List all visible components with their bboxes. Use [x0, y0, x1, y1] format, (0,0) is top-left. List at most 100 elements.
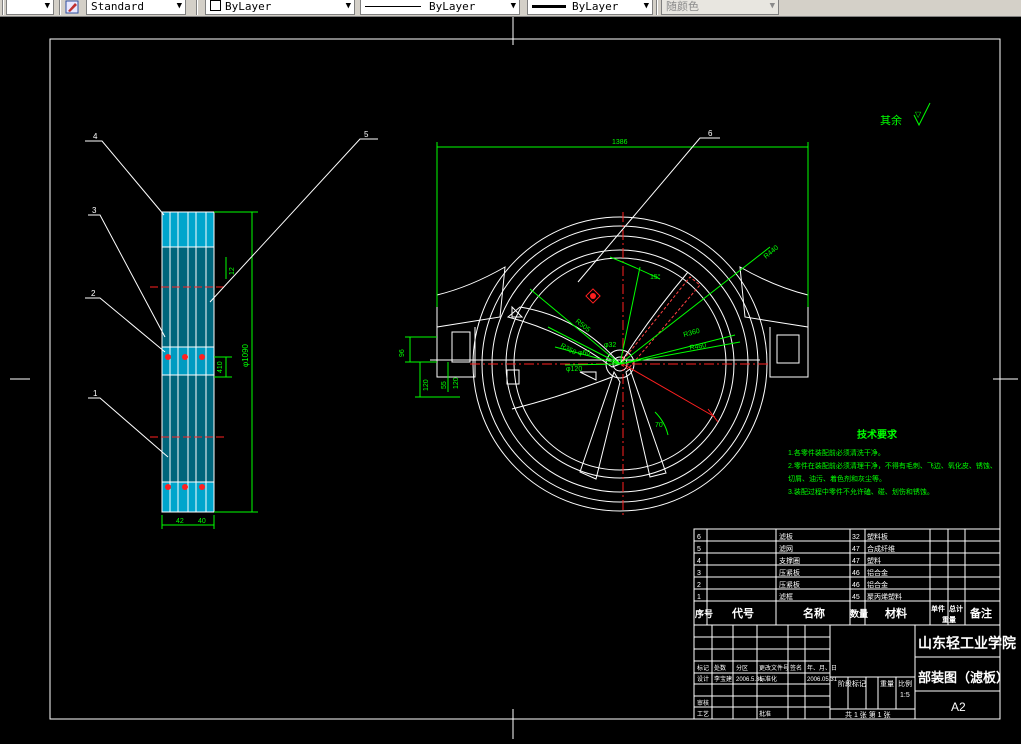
svg-text:批准: 批准 [759, 710, 771, 718]
dim-side-w1: 42 [176, 518, 184, 525]
svg-text:塑料: 塑料 [867, 556, 881, 565]
text-style-dropdown[interactable]: Standard ▼ [86, 0, 186, 15]
svg-text:47: 47 [852, 558, 860, 565]
text-style-value: Standard [91, 0, 144, 13]
svg-text:审核: 审核 [697, 699, 709, 707]
table-row: 审核 [697, 699, 709, 707]
linetype-dropdown[interactable]: ByLayer ▼ [360, 0, 520, 15]
table-row: 6 滤板 32 塑料板 [697, 532, 888, 541]
chevron-down-icon: ▼ [510, 1, 516, 11]
lineweight-dropdown[interactable]: ByLayer ▼ [527, 0, 653, 15]
technical-requirements: 技术要求 1.各零件装配前必须清洗干净。 2.零件在装配前必须清理干净，不得有毛… [788, 428, 997, 496]
center-marker [585, 288, 601, 304]
linetype-sample-icon [365, 6, 421, 7]
svg-text:李宝建: 李宝建 [714, 675, 732, 683]
chevron-down-icon: ▼ [176, 1, 182, 11]
chevron-down-icon: ▼ [345, 1, 351, 11]
lineweight-value: ByLayer [572, 0, 619, 13]
properties-toolbar: ▼ Standard ▼ ByLayer ▼ ByLayer ▼ ByLayer… [0, 0, 1021, 17]
dim-left-h4: 120 [453, 377, 460, 389]
callout-5: 5 [364, 130, 369, 139]
table-row: 2 压紧板 46 铝合金 [697, 580, 888, 589]
chevron-down-icon: ▼ [643, 1, 649, 11]
dim-r-g: φ60 [578, 350, 590, 357]
svg-text:更改文件号: 更改文件号 [759, 664, 789, 672]
lineweight-sample-icon [532, 5, 566, 8]
table-row: 设计 李宝建 2006.5.31 标准化 2006.05.31 [697, 675, 838, 683]
tech-req-line-4: 3.装配过程中零件不允许磕、碰、划伤和锈蚀。 [788, 487, 934, 496]
table-row: 标记 处数 分区 更改文件号 签名 年、月、日 [697, 664, 837, 672]
dim-ang-a: 15° [650, 273, 661, 281]
sheet-size: A2 [951, 700, 966, 714]
svg-text:45: 45 [852, 594, 860, 601]
dim-left-h3: 55 [441, 381, 448, 389]
callout-2: 2 [91, 289, 96, 298]
dim-side-small: 12 [229, 267, 236, 275]
svg-text:4: 4 [697, 558, 701, 565]
weight-label: 重量 [880, 680, 894, 688]
dim-r-a: R505 [574, 318, 592, 334]
bom-header-name: 名称 [803, 606, 825, 620]
tech-req-line-3: 切屑、油污、着色剂和灰尘等。 [788, 474, 886, 483]
toolbar-separator [196, 0, 198, 15]
callout-6: 6 [708, 129, 713, 138]
linetype-value: ByLayer [429, 0, 476, 13]
callout-1: 1 [93, 389, 98, 398]
bom-header-remark: 备注 [969, 606, 992, 620]
toolbar-separator [59, 0, 61, 15]
title-block-rows: 标记 处数 分区 更改文件号 签名 年、月、日 设计 李宝建 2006.5.31… [697, 664, 838, 718]
dim-side-w2: 40 [198, 518, 206, 525]
svg-text:1: 1 [697, 594, 701, 601]
roughness-label: 其余 [880, 113, 902, 127]
callout-3: 3 [92, 206, 97, 215]
svg-text:铝合金: 铝合金 [867, 568, 888, 577]
svg-text:滤板: 滤板 [779, 532, 793, 541]
color-swatch-icon [210, 0, 221, 11]
svg-text:设计: 设计 [697, 675, 709, 683]
svg-text:处数: 处数 [714, 664, 726, 672]
toolbar-left-dropdown[interactable]: ▼ [6, 0, 54, 15]
svg-text:47: 47 [852, 546, 860, 553]
svg-text:压紧板: 压紧板 [779, 580, 800, 589]
tech-req-line-1: 1.各零件装配前必须清洗干净。 [788, 448, 885, 457]
color-dropdown[interactable]: ByLayer ▼ [205, 0, 355, 15]
svg-text:塑料板: 塑料板 [867, 532, 888, 541]
toolbar-separator [656, 0, 658, 15]
svg-text:压紧板: 压紧板 [779, 568, 800, 577]
svg-text:滤网: 滤网 [779, 544, 793, 553]
drawing-canvas[interactable]: 其余 ▽ φ1090 410 12 42 40 4 3 2 1 5 1386 R… [0, 17, 1021, 739]
dim-ang-b: 70 [655, 422, 663, 429]
svg-text:铝合金: 铝合金 [867, 580, 888, 589]
table-row: 3 压紧板 46 铝合金 [697, 568, 888, 577]
bom-header-qty: 数量 [850, 608, 868, 619]
chevron-down-icon: ▼ [769, 1, 775, 11]
dim-r-c: R360 [683, 328, 701, 339]
dim-side-mid: 410 [217, 361, 224, 373]
table-row: 4 支撑圈 47 塑料 [697, 556, 881, 565]
drawing-name: 部装图（滤板） [918, 670, 1009, 685]
side-view: φ1090 410 12 42 40 4 3 2 1 5 [85, 130, 378, 529]
svg-text:46: 46 [852, 582, 860, 589]
stage-label: 阶段标记 [838, 679, 866, 688]
svg-text:5: 5 [697, 546, 701, 553]
school-name: 山东轻工业学院 [918, 635, 1016, 651]
svg-text:2: 2 [697, 582, 701, 589]
svg-text:6: 6 [697, 534, 701, 541]
plot-style-value: 随颜色 [666, 0, 699, 13]
dim-r-b: R350 [559, 343, 577, 357]
dim-left-h2: 120 [423, 379, 430, 391]
dim-side-height: φ1090 [241, 343, 250, 367]
front-view: 1386 R505 R350 R360 R460 R440 φ120 φ60 φ… [399, 129, 809, 517]
svg-text:32: 32 [852, 534, 860, 541]
dim-r-h: φ32 [604, 342, 616, 349]
callout-4: 4 [93, 132, 98, 141]
scale-value: 1:5 [900, 692, 910, 699]
bom-rows: 6 滤板 32 塑料板 5 滤网 47 合成纤维 4 支撑圈 47 塑料 3 压… [697, 532, 902, 601]
svg-text:▽: ▽ [915, 110, 922, 119]
scale-label: 比例 [898, 679, 912, 688]
svg-text:聚丙烯塑料: 聚丙烯塑料 [867, 592, 902, 601]
svg-text:46: 46 [852, 570, 860, 577]
svg-text:签名: 签名 [790, 664, 802, 672]
svg-text:支撑圈: 支撑圈 [779, 556, 800, 565]
text-style-icon[interactable] [64, 0, 82, 15]
